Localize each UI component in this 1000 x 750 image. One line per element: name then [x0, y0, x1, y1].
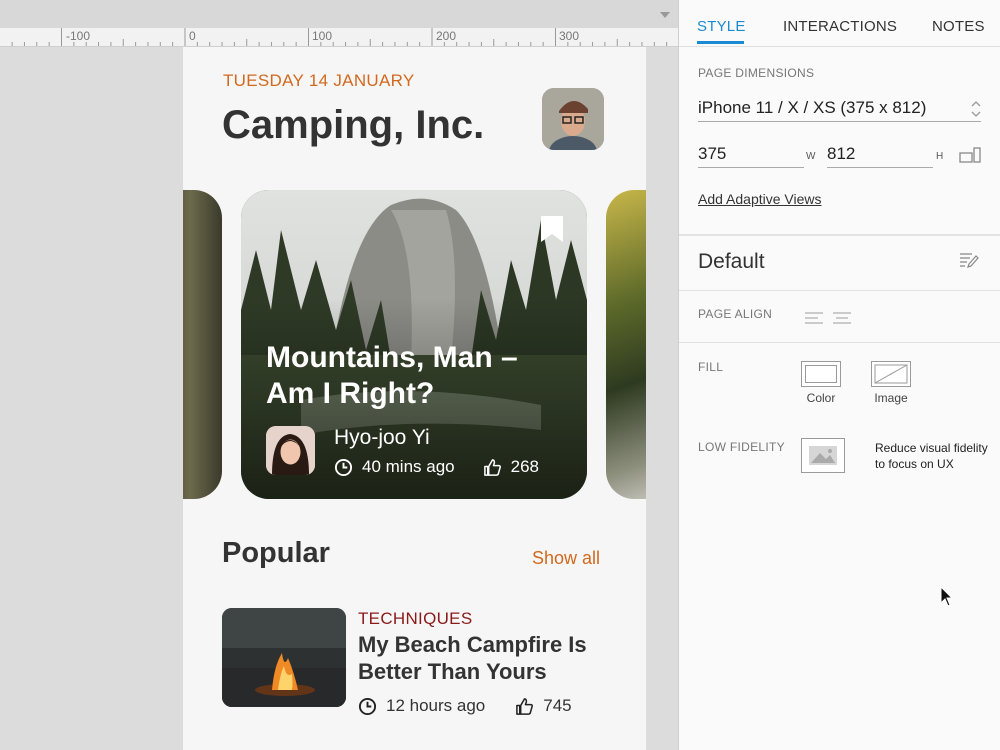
bookmark-icon[interactable] [541, 216, 563, 242]
low-fidelity-label: LOW FIDELITY [698, 440, 785, 454]
device-preset-select[interactable]: iPhone 11 / X / XS (375 x 812) [698, 98, 981, 122]
article-time: 12 hours ago [386, 696, 486, 715]
orientation-icon[interactable] [959, 147, 981, 163]
page-height-input[interactable]: 812 [827, 144, 933, 168]
article-likes: 745 [543, 696, 572, 715]
featured-article-card[interactable]: Mountains, Man – Am I Right? Hyo-joo Yi … [241, 190, 587, 499]
mouse-cursor-icon [940, 586, 954, 607]
design-canvas[interactable]: -100 0 100 200 300 TUESDAY 14 JANUARY Ca… [0, 0, 678, 750]
align-center-icon[interactable] [833, 311, 851, 325]
campfire-thumbnail[interactable] [222, 608, 346, 707]
featured-title: Mountains, Man – Am I Right? [266, 341, 518, 410]
date-label: TUESDAY 14 JANUARY [223, 71, 415, 90]
clock-icon [334, 458, 353, 476]
carousel-card-next[interactable] [606, 190, 646, 499]
featured-time: 40 mins ago [362, 457, 455, 476]
height-unit-label: H [936, 151, 944, 162]
tab-interactions[interactable]: INTERACTIONS [783, 18, 897, 35]
fill-color-label: Color [806, 391, 836, 405]
user-avatar[interactable] [542, 88, 604, 150]
ruler-label: -100 [66, 29, 91, 43]
tab-style[interactable]: STYLE [697, 18, 746, 35]
page-align-label: PAGE ALIGN [698, 307, 773, 321]
ruler-label: 300 [559, 29, 580, 43]
width-unit-label: W [806, 151, 816, 162]
low-fidelity-toggle[interactable] [801, 438, 845, 473]
article-category: TECHNIQUES [358, 609, 473, 628]
page-width-input[interactable]: 375 [698, 144, 804, 168]
ruler-label: 0 [189, 29, 196, 43]
page-height-value: 812 [827, 144, 856, 163]
active-tab-indicator [697, 41, 744, 44]
section-divider [679, 234, 1000, 236]
show-all-link[interactable]: Show all [532, 548, 600, 569]
ruler-dropdown-icon[interactable] [660, 12, 670, 18]
fill-image-button[interactable] [871, 361, 911, 387]
panel-tabs: STYLE INTERACTIONS NOTES [679, 0, 1000, 47]
author-name: Hyo-joo Yi [334, 426, 430, 449]
add-adaptive-views-link[interactable]: Add Adaptive Views [698, 191, 822, 207]
edit-style-icon[interactable] [959, 252, 979, 270]
fill-image-label: Image [874, 391, 908, 405]
thumbs-up-icon[interactable] [515, 697, 534, 716]
clock-icon [358, 697, 377, 715]
style-name: Default [698, 250, 765, 273]
phone-page-artboard[interactable]: TUESDAY 14 JANUARY Camping, Inc. Mountai… [183, 47, 646, 750]
ruler-label: 200 [436, 29, 457, 43]
app-title: Camping, Inc. [222, 103, 485, 147]
ruler-label: 100 [312, 29, 333, 43]
featured-meta: 40 mins ago 268 [334, 456, 539, 478]
fill-color-button[interactable] [801, 361, 841, 387]
align-left-icon[interactable] [805, 311, 823, 325]
fill-label: FILL [698, 360, 724, 374]
tab-notes[interactable]: NOTES [932, 18, 985, 35]
horizontal-ruler: -100 0 100 200 300 [0, 28, 678, 47]
thumbs-up-icon[interactable] [483, 458, 502, 477]
low-fidelity-description: Reduce visual fidelity to focus on UX [875, 441, 988, 471]
section-divider [679, 290, 1000, 291]
dropdown-arrow-icon [971, 101, 981, 117]
article-title[interactable]: My Beach Campfire Is Better Than Yours [358, 631, 618, 685]
page-width-value: 375 [698, 144, 727, 163]
article-meta: 12 hours ago 745 [358, 695, 572, 717]
image-placeholder-icon [809, 446, 837, 465]
carousel-card-previous[interactable] [183, 190, 222, 499]
style-panel: STYLE INTERACTIONS NOTES PAGE DIMENSIONS… [678, 0, 1000, 750]
canvas-toolbar-strip [0, 0, 678, 28]
popular-heading: Popular [222, 537, 330, 569]
device-preset-value: iPhone 11 / X / XS (375 x 812) [698, 98, 927, 117]
section-divider [679, 342, 1000, 343]
featured-likes: 268 [510, 457, 539, 476]
page-dimensions-label: PAGE DIMENSIONS [698, 66, 815, 80]
author-avatar [266, 426, 315, 475]
